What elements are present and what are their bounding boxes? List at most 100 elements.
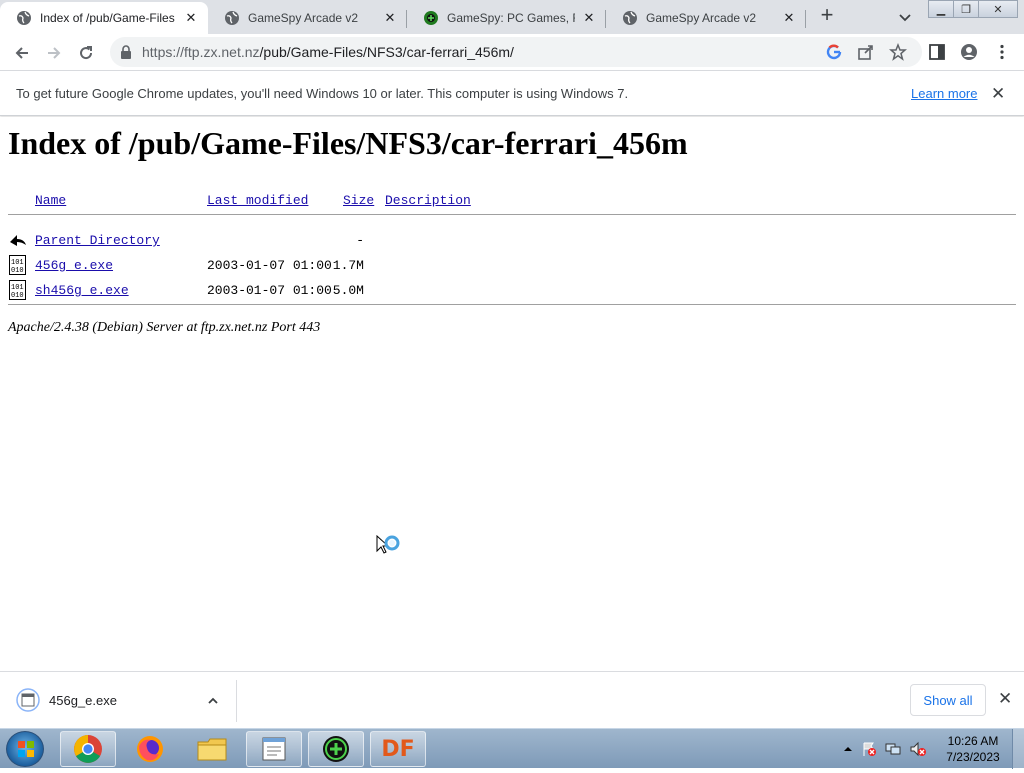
taskbar-df[interactable]: DF bbox=[370, 731, 426, 767]
svg-text:101: 101 bbox=[11, 259, 24, 267]
reload-icon bbox=[80, 46, 93, 60]
busy-cursor-icon bbox=[376, 535, 400, 554]
back-button[interactable] bbox=[8, 39, 36, 67]
row-size: 1.7M bbox=[332, 258, 364, 273]
url-path: /pub/Game-Files/NFS3/car-ferrari_456m/ bbox=[259, 44, 514, 60]
google-lens-icon[interactable] bbox=[825, 43, 843, 61]
close-tab-icon[interactable]: ✕ bbox=[183, 10, 199, 26]
exe-file-icon bbox=[16, 688, 40, 712]
side-panel-icon[interactable] bbox=[928, 43, 946, 61]
new-tab-button[interactable]: + bbox=[816, 4, 838, 27]
clock-date: 7/23/2023 bbox=[946, 750, 1000, 764]
sort-by-modified-link[interactable]: Last modified bbox=[207, 193, 308, 208]
svg-text:101: 101 bbox=[11, 284, 24, 292]
sort-by-size-link[interactable]: Size bbox=[343, 193, 374, 208]
row-size: - bbox=[356, 233, 364, 248]
divider bbox=[8, 304, 1016, 305]
taskbar-notepad[interactable] bbox=[246, 731, 302, 767]
show-all-button[interactable]: Show all bbox=[910, 684, 986, 716]
taskbar-gamespy[interactable] bbox=[308, 731, 364, 767]
globe-icon bbox=[17, 11, 31, 25]
column-header-modified[interactable]: Last modified bbox=[207, 193, 308, 208]
network-icon[interactable] bbox=[885, 741, 901, 757]
minimize-button[interactable]: ▁ bbox=[928, 0, 954, 18]
profile-avatar-icon[interactable] bbox=[960, 43, 978, 61]
tab-gamespy-arcade[interactable]: GameSpy Arcade v2 ✕ bbox=[208, 2, 407, 34]
tab-index-of-pub[interactable]: Index of /pub/Game-Files ✕ bbox=[0, 2, 208, 34]
file-link[interactable]: 456g_e.exe bbox=[35, 258, 113, 273]
file-link[interactable]: sh456g_e.exe bbox=[35, 283, 129, 298]
chevron-up-icon[interactable] bbox=[843, 744, 853, 754]
forward-button[interactable] bbox=[40, 39, 68, 67]
restore-button[interactable]: ❐ bbox=[953, 0, 979, 18]
url-host: https://ftp.zx.net.nz bbox=[142, 44, 260, 60]
page-title: Index of /pub/Game-Files/NFS3/car-ferrar… bbox=[8, 125, 688, 161]
row-size: 5.0M bbox=[332, 283, 364, 298]
tab-title: Index of /pub/Game-Files bbox=[40, 11, 175, 25]
browser-toolbar: https://ftp.zx.net.nz/pub/Game-Files/NFS… bbox=[0, 34, 1024, 71]
close-tab-icon[interactable]: ✕ bbox=[581, 10, 597, 26]
forward-arrow-icon bbox=[48, 47, 61, 59]
address-bar[interactable]: https://ftp.zx.net.nz/pub/Game-Files/NFS… bbox=[110, 37, 922, 67]
bookmark-star-icon[interactable] bbox=[889, 43, 907, 61]
sort-by-name-link[interactable]: Name bbox=[35, 193, 66, 208]
show-desktop-button[interactable] bbox=[1012, 729, 1024, 769]
reload-button[interactable] bbox=[72, 39, 100, 67]
page-content: Index of /pub/Game-Files/NFS3/car-ferrar… bbox=[0, 117, 1024, 671]
url-text[interactable]: https://ftp.zx.net.nz/pub/Game-Files/NFS… bbox=[142, 44, 514, 60]
globe-icon bbox=[225, 11, 239, 25]
table-row: 101 010 456g_e.exe 2003-01-07 01:00 1.7M bbox=[0, 255, 1024, 282]
table-row: Parent Directory - bbox=[0, 233, 1024, 257]
tab-title: GameSpy: PC Games, Rev bbox=[447, 11, 575, 25]
firefox-icon bbox=[137, 736, 163, 762]
start-button[interactable] bbox=[6, 731, 44, 767]
taskbar-explorer[interactable] bbox=[184, 731, 240, 767]
clock-time: 10:26 AM bbox=[947, 734, 999, 748]
learn-more-link[interactable]: Learn more bbox=[911, 86, 977, 101]
action-center-flag-icon[interactable] bbox=[861, 741, 877, 757]
gamespy-icon bbox=[424, 11, 438, 25]
system-tray bbox=[843, 737, 927, 761]
gamespy-icon bbox=[323, 736, 349, 762]
taskbar-firefox[interactable] bbox=[122, 731, 178, 767]
notepad-icon bbox=[262, 737, 286, 761]
chrome-icon bbox=[74, 735, 102, 763]
tab-gamespy-pc-games[interactable]: GameSpy: PC Games, Rev ✕ bbox=[407, 2, 606, 34]
tab-strip: Index of /pub/Game-Files ✕ GameSpy Arcad… bbox=[0, 0, 1024, 34]
update-infobar: To get future Google Chrome updates, you… bbox=[0, 71, 1024, 116]
download-shelf: 456g_e.exe Show all ✕ bbox=[0, 671, 1024, 728]
chevron-up-icon[interactable] bbox=[206, 694, 220, 708]
tab-title: GameSpy Arcade v2 bbox=[248, 11, 359, 25]
windows-taskbar: DF 10:26 AM 7/23/2023 bbox=[0, 728, 1024, 769]
tab-title: GameSpy Arcade v2 bbox=[646, 11, 757, 25]
shelf-divider bbox=[236, 680, 237, 722]
svg-text:010: 010 bbox=[11, 292, 24, 300]
close-tab-icon[interactable]: ✕ bbox=[382, 10, 398, 26]
taskbar-chrome[interactable] bbox=[60, 731, 116, 767]
download-item-name[interactable]: 456g_e.exe bbox=[49, 693, 117, 708]
parent-directory-link[interactable]: Parent Directory bbox=[35, 233, 160, 248]
kebab-menu-icon[interactable] bbox=[993, 43, 1011, 61]
windows-logo-icon bbox=[18, 741, 34, 757]
window-close-button[interactable]: ✕ bbox=[978, 0, 1018, 18]
close-tab-icon[interactable]: ✕ bbox=[781, 10, 797, 26]
lock-icon[interactable] bbox=[120, 45, 132, 59]
sort-by-description-link[interactable]: Description bbox=[385, 193, 471, 208]
tab-gamespy-arcade-2[interactable]: GameSpy Arcade v2 ✕ bbox=[606, 2, 806, 34]
close-icon[interactable]: ✕ bbox=[991, 84, 1005, 104]
explorer-icon bbox=[197, 738, 227, 761]
binary-file-icon: 101010 bbox=[9, 280, 26, 300]
share-icon[interactable] bbox=[857, 43, 875, 61]
volume-muted-icon[interactable] bbox=[909, 741, 927, 757]
close-icon[interactable]: ✕ bbox=[998, 689, 1012, 709]
taskbar-clock[interactable]: 10:26 AM 7/23/2023 bbox=[940, 733, 1006, 765]
globe-icon bbox=[623, 11, 637, 25]
column-header-description[interactable]: Description bbox=[385, 193, 471, 208]
column-header-name[interactable]: Name bbox=[35, 193, 66, 208]
back-arrow-icon bbox=[15, 47, 28, 59]
chevron-down-icon[interactable] bbox=[896, 8, 914, 26]
column-header-size[interactable]: Size bbox=[343, 193, 374, 208]
infobar-message: To get future Google Chrome updates, you… bbox=[16, 86, 629, 101]
svg-text:010: 010 bbox=[11, 267, 24, 275]
df-icon: DF bbox=[381, 736, 415, 762]
